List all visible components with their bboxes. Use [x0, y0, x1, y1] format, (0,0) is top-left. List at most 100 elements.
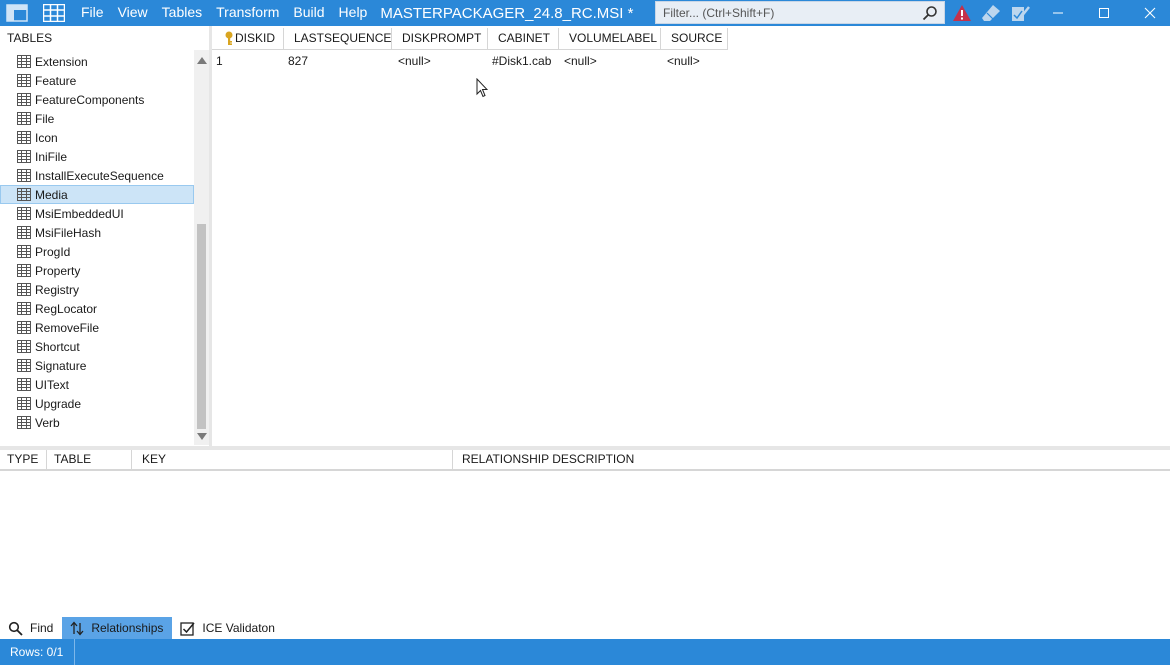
column-header-source[interactable]: SOURCE — [661, 28, 728, 50]
table-list-item[interactable]: FeatureComponents — [0, 90, 194, 109]
table-row[interactable]: 1 827 <null> #Disk1.cab <null> <null> — [212, 52, 733, 71]
table-list-item-label: MsiEmbeddedUI — [35, 206, 124, 221]
tables-header: TABLES — [7, 31, 53, 45]
table-list-item[interactable]: Signature — [0, 356, 194, 375]
column-header-volumelabel[interactable]: VOLUMELABEL — [559, 28, 661, 50]
table-grid-icon — [17, 264, 31, 277]
table-list-item-label: FeatureComponents — [35, 92, 145, 107]
menu-build[interactable]: Build — [286, 0, 331, 26]
cell-source[interactable]: <null> — [663, 52, 733, 71]
close-button[interactable] — [1127, 0, 1170, 26]
table-list-item-label: UIText — [35, 377, 70, 392]
vertical-splitter[interactable] — [209, 26, 212, 446]
app-logo-icon[interactable] — [0, 0, 34, 26]
table-list-item-label: RemoveFile — [35, 320, 100, 335]
column-header-type[interactable]: TYPE — [0, 450, 47, 469]
column-header-lastsequence[interactable]: LASTSEQUENCE — [284, 28, 392, 50]
relationships-content — [0, 473, 1170, 617]
title-bar: File View Tables Transform Build Help MA… — [0, 0, 1170, 26]
table-grid-icon — [17, 150, 31, 163]
table-grid-icon — [17, 112, 31, 125]
maximize-button[interactable] — [1081, 0, 1127, 26]
bottom-tabs: Find Relationships ICE Validaton — [0, 617, 284, 639]
filter-input[interactable] — [656, 5, 918, 20]
eraser-icon[interactable] — [979, 2, 1003, 24]
table-grid-icon — [17, 226, 31, 239]
table-list-item-label: Shortcut — [35, 339, 80, 354]
table-list-item-label: IniFile — [35, 149, 68, 164]
table-list-item-label: Feature — [35, 73, 77, 88]
tab-find[interactable]: Find — [0, 617, 62, 639]
table-list-item-label: RegLocator — [35, 301, 98, 316]
table-list-item-label: Icon — [35, 130, 58, 145]
table-list-item[interactable]: Shortcut — [0, 337, 194, 356]
table-grid-icon — [17, 359, 31, 372]
scroll-thumb[interactable] — [197, 224, 206, 429]
table-list-item[interactable]: IniFile — [0, 147, 194, 166]
table-grid-icon — [17, 302, 31, 315]
tables-scrollbar[interactable] — [194, 50, 209, 445]
table-list-item[interactable]: Extension — [0, 52, 194, 71]
table-grid-icon — [17, 397, 31, 410]
tab-relationships[interactable]: Relationships — [62, 617, 173, 639]
column-header-cabinet[interactable]: CABINET — [488, 28, 559, 50]
table-grid-icon — [17, 74, 31, 87]
table-list-item[interactable]: Property — [0, 261, 194, 280]
table-list-item-label: InstallExecuteSequence — [35, 168, 164, 183]
cell-cabinet[interactable]: #Disk1.cab — [488, 52, 560, 71]
menu-help[interactable]: Help — [332, 0, 375, 26]
column-header-diskid[interactable]: DISKID — [212, 28, 284, 50]
window-title: MASTERPACKAGER_24.8_RC.MSI * |... — [380, 4, 639, 22]
edit-document-icon[interactable] — [1008, 2, 1032, 24]
column-header-diskprompt[interactable]: DISKPROMPT — [392, 28, 488, 50]
menu-tables[interactable]: Tables — [155, 0, 209, 26]
table-grid-icon — [17, 321, 31, 334]
warning-icon[interactable] — [950, 2, 974, 24]
table-list-item[interactable]: InstallExecuteSequence — [0, 166, 194, 185]
column-header-table[interactable]: TABLE — [47, 450, 132, 469]
table-grid-icon — [17, 93, 31, 106]
mouse-cursor-icon — [476, 78, 488, 98]
cell-lastsequence[interactable]: 827 — [284, 52, 394, 71]
cell-volumelabel[interactable]: <null> — [560, 52, 663, 71]
minimize-button[interactable] — [1035, 0, 1081, 26]
table-list-item-label: Signature — [35, 358, 87, 373]
table-grid-icon — [17, 340, 31, 353]
table-list-item[interactable]: RemoveFile — [0, 318, 194, 337]
table-list-item[interactable]: Registry — [0, 280, 194, 299]
grid-header: DISKID LASTSEQUENCE DISKPROMPT CABINET V… — [212, 28, 728, 50]
relationships-icon — [70, 621, 84, 636]
table-list-item[interactable]: Media — [0, 185, 194, 204]
tab-ice-validation[interactable]: ICE Validaton — [172, 617, 284, 639]
scroll-up-icon[interactable] — [196, 55, 207, 66]
table-list-item[interactable]: UIText — [0, 375, 194, 394]
column-header-relationship-description[interactable]: RELATIONSHIP DESCRIPTION — [453, 450, 853, 469]
cell-diskid[interactable]: 1 — [212, 52, 284, 71]
search-icon — [8, 621, 23, 636]
menu-transform[interactable]: Transform — [209, 0, 286, 26]
table-list-item[interactable]: Verb — [0, 413, 194, 432]
row-count: Rows: 0/1 — [0, 639, 75, 665]
table-list-item-label: Media — [35, 187, 68, 202]
table-list-item[interactable]: ProgId — [0, 242, 194, 261]
filter-box — [655, 1, 945, 24]
menu-file[interactable]: File — [74, 0, 111, 26]
table-list-item-label: Registry — [35, 282, 80, 297]
search-icon[interactable] — [918, 2, 942, 24]
scroll-down-icon[interactable] — [196, 431, 207, 442]
table-list-item[interactable]: RegLocator — [0, 299, 194, 318]
table-list-item-label: MsiFileHash — [35, 225, 102, 240]
table-list-item[interactable]: MsiEmbeddedUI — [0, 204, 194, 223]
table-grid-icon — [17, 245, 31, 258]
table-grid-icon — [17, 283, 31, 296]
column-header-key[interactable]: KEY — [132, 450, 453, 469]
table-list-item[interactable]: Icon — [0, 128, 194, 147]
cell-diskprompt[interactable]: <null> — [394, 52, 488, 71]
table-list-item[interactable]: MsiFileHash — [0, 223, 194, 242]
table-list-item[interactable]: Feature — [0, 71, 194, 90]
table-list-item[interactable]: File — [0, 109, 194, 128]
tables-grid-icon[interactable] — [34, 0, 74, 26]
menu-view[interactable]: View — [111, 0, 155, 26]
table-list-item[interactable]: Upgrade — [0, 394, 194, 413]
table-grid-icon — [17, 169, 31, 182]
